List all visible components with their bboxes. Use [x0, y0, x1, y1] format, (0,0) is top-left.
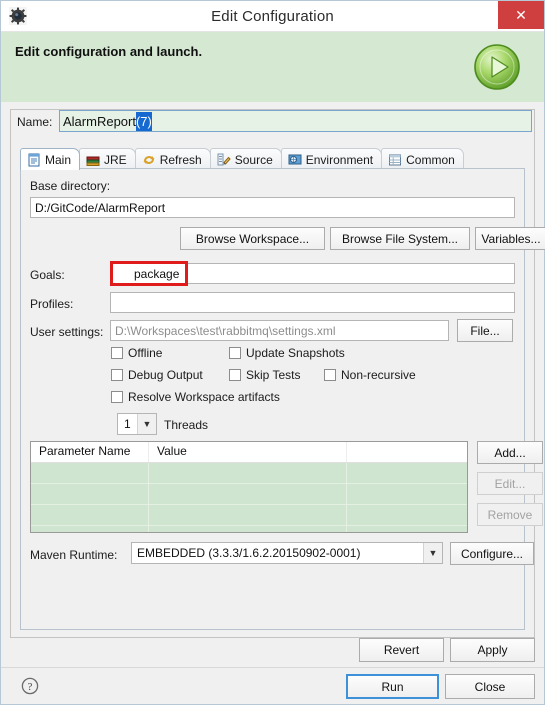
column-parameter-name: Parameter Name — [31, 442, 149, 462]
user-settings-file-button[interactable]: File... — [457, 319, 513, 342]
configuration-panel: Name: AlarmReport (7) Main JRE Refresh S… — [10, 109, 545, 638]
threads-dropdown-value: 1 — [124, 417, 131, 431]
tab-main-label: Main — [45, 152, 72, 167]
maven-runtime-value: EMBEDDED (3.3.3/1.6.2.20150902-0001) — [137, 546, 361, 560]
tab-refresh-label: Refresh — [159, 152, 202, 167]
close-window-button[interactable]: ✕ — [498, 1, 544, 29]
checkbox-debug-output[interactable]: Debug Output — [111, 368, 203, 382]
edit-parameter-button: Edit... — [477, 472, 543, 495]
chevron-down-icon: ▼ — [137, 414, 156, 434]
base-directory-label: Base directory: — [30, 179, 111, 193]
chevron-down-icon: ▼ — [423, 543, 442, 563]
edit-configuration-dialog: Edit Configuration ✕ Edit configuration … — [0, 0, 545, 705]
main-tab-panel: Base directory: D:/GitCode/AlarmReport B… — [20, 168, 545, 630]
parameter-table[interactable]: Parameter Name Value — [30, 441, 468, 533]
goals-input[interactable]: package — [110, 263, 515, 284]
window-title: Edit Configuration — [211, 7, 334, 25]
dialog-banner: Edit configuration and launch. — [1, 32, 544, 103]
refresh-arrows-icon — [142, 153, 156, 167]
variables-button[interactable]: Variables... — [475, 227, 545, 250]
checkbox-resolve-workspace-artifacts-label: Resolve Workspace artifacts — [128, 390, 280, 404]
base-directory-input[interactable]: D:/GitCode/AlarmReport — [30, 197, 515, 218]
name-label: Name: — [17, 115, 53, 129]
tab-source-label: Source — [234, 152, 273, 167]
tab-environment[interactable]: Environment — [280, 148, 383, 170]
table-row[interactable] — [31, 505, 467, 526]
tab-environment-label: Environment — [305, 152, 374, 167]
dialog-body: Name: AlarmReport (7) Main JRE Refresh S… — [1, 102, 545, 704]
checkbox-offline-box[interactable] — [111, 347, 123, 359]
revert-button[interactable]: Revert — [359, 638, 444, 662]
threads-dropdown[interactable]: 1 ▼ — [117, 413, 157, 435]
tab-jre-label: JRE — [104, 152, 127, 167]
run-play-icon — [472, 42, 522, 92]
tab-common-label: Common — [406, 152, 455, 167]
svg-text:?: ? — [28, 681, 33, 693]
checkbox-update-snapshots-box[interactable] — [229, 347, 241, 359]
gear-icon — [9, 7, 27, 25]
checkbox-non-recursive-label: Non-recursive — [341, 368, 416, 382]
add-parameter-button[interactable]: Add... — [477, 441, 543, 464]
checkbox-skip-tests[interactable]: Skip Tests — [229, 368, 300, 382]
tab-refresh[interactable]: Refresh — [134, 148, 211, 170]
profiles-input[interactable] — [110, 292, 515, 313]
name-row: Name: AlarmReport (7) — [11, 110, 534, 134]
tab-source[interactable]: Source — [209, 148, 282, 170]
profiles-label: Profiles: — [30, 297, 74, 311]
maven-runtime-label: Maven Runtime: — [30, 548, 118, 562]
help-question-icon[interactable]: ? — [21, 677, 39, 695]
user-settings-label: User settings: — [30, 325, 104, 339]
source-pencil-icon — [217, 153, 231, 167]
configure-maven-runtime-button[interactable]: Configure... — [450, 542, 534, 565]
apply-button[interactable]: Apply — [450, 638, 535, 662]
tab-strip: Main JRE Refresh Source Environment Comm… — [20, 148, 525, 170]
checkbox-skip-tests-label: Skip Tests — [246, 368, 301, 382]
column-spare — [347, 442, 467, 462]
goals-label: Goals: — [30, 268, 65, 282]
checkbox-update-snapshots-label: Update Snapshots — [246, 346, 345, 360]
dialog-footer: ? Run Close — [1, 667, 544, 704]
checkbox-resolve-workspace-artifacts-box[interactable] — [111, 391, 123, 403]
checkbox-update-snapshots[interactable]: Update Snapshots — [229, 346, 345, 360]
browse-file-system-button[interactable]: Browse File System... — [330, 227, 470, 250]
maven-runtime-dropdown[interactable]: EMBEDDED (3.3.3/1.6.2.20150902-0001) ▼ — [131, 542, 443, 564]
table-row[interactable] — [31, 526, 467, 532]
browse-workspace-button[interactable]: Browse Workspace... — [180, 227, 325, 250]
title-bar: Edit Configuration ✕ — [1, 1, 544, 32]
remove-parameter-button: Remove — [477, 503, 543, 526]
common-table-icon — [388, 153, 402, 167]
tab-jre[interactable]: JRE — [79, 148, 136, 170]
jre-books-icon — [86, 153, 100, 167]
name-input-text: AlarmReport — [63, 113, 136, 129]
user-settings-input[interactable]: D:\Workspaces\test\rabbitmq\settings.xml — [110, 320, 449, 341]
checkbox-non-recursive-box[interactable] — [324, 369, 336, 381]
action-bar: Revert Apply — [10, 638, 535, 668]
checkbox-resolve-workspace-artifacts[interactable]: Resolve Workspace artifacts — [111, 390, 280, 404]
tab-main[interactable]: Main — [20, 148, 81, 170]
table-row[interactable] — [31, 484, 467, 505]
threads-label: Threads — [164, 418, 209, 432]
environment-icon — [288, 153, 302, 167]
main-document-icon — [27, 153, 41, 167]
checkbox-skip-tests-box[interactable] — [229, 369, 241, 381]
banner-message: Edit configuration and launch. — [15, 44, 203, 59]
parameter-table-header: Parameter Name Value — [31, 442, 467, 463]
run-button[interactable]: Run — [346, 674, 439, 699]
checkbox-offline[interactable]: Offline — [111, 346, 162, 360]
checkbox-debug-output-label: Debug Output — [128, 368, 203, 382]
checkbox-non-recursive[interactable]: Non-recursive — [324, 368, 416, 382]
checkbox-offline-label: Offline — [128, 346, 163, 360]
checkbox-debug-output-box[interactable] — [111, 369, 123, 381]
tab-common[interactable]: Common — [381, 148, 464, 170]
close-button[interactable]: Close — [445, 674, 535, 699]
table-row[interactable] — [31, 463, 467, 484]
name-input[interactable]: AlarmReport (7) — [59, 110, 532, 132]
name-input-selection: (7) — [135, 111, 152, 131]
column-value: Value — [149, 442, 347, 462]
